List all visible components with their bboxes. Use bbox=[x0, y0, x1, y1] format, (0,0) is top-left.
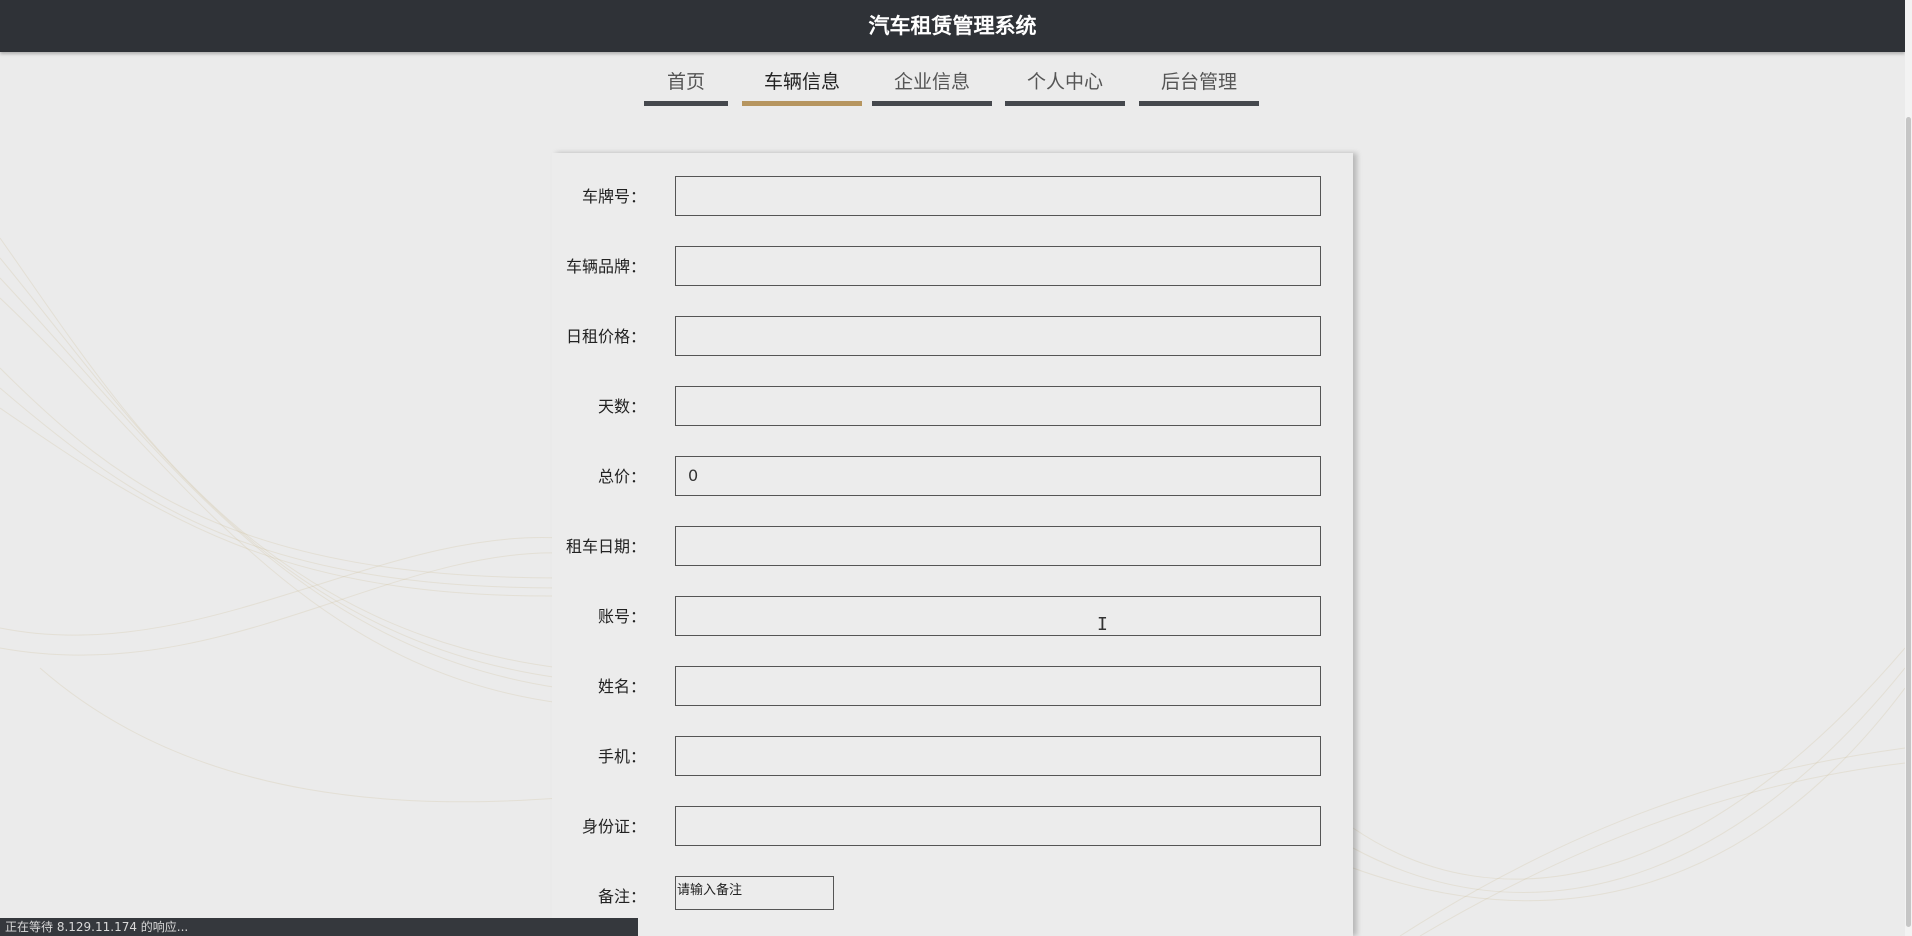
total-price-label: 总价： bbox=[597, 467, 646, 486]
tab-label: 企业信息 bbox=[893, 71, 970, 93]
phone-label: 手机： bbox=[597, 747, 646, 766]
form-row-brand: 车辆品牌： bbox=[552, 246, 1353, 288]
status-text: 正在等待 8.129.11.174 的响应... bbox=[5, 920, 189, 934]
id-card-label: 身份证： bbox=[581, 817, 646, 836]
rental-form: 车牌号： 车辆品牌： 日租价格： 天数： 总价： 0 租车日期： 账号： 姓名：… bbox=[552, 153, 1353, 936]
plate-input[interactable] bbox=[675, 176, 1321, 216]
form-row-plate: 车牌号： bbox=[552, 176, 1353, 218]
status-bar: 正在等待 8.129.11.174 的响应... bbox=[0, 918, 638, 936]
rental-date-input[interactable] bbox=[675, 526, 1321, 566]
phone-input[interactable] bbox=[675, 736, 1321, 776]
daily-price-input[interactable] bbox=[675, 316, 1321, 356]
tab-label: 首页 bbox=[666, 71, 705, 93]
form-row-total-price: 总价： 0 bbox=[552, 456, 1353, 498]
tab-label: 个人中心 bbox=[1026, 71, 1103, 93]
total-price-input[interactable]: 0 bbox=[675, 456, 1321, 496]
tab-vehicle-info[interactable]: 车辆信息 bbox=[742, 66, 862, 106]
brand-label: 车辆品牌： bbox=[565, 257, 646, 276]
name-label: 姓名： bbox=[597, 677, 646, 696]
form-row-days: 天数： bbox=[552, 386, 1353, 428]
tab-admin[interactable]: 后台管理 bbox=[1139, 66, 1259, 106]
account-label: 账号： bbox=[597, 607, 646, 626]
tab-personal-center[interactable]: 个人中心 bbox=[1005, 66, 1125, 106]
form-row-name: 姓名： bbox=[552, 666, 1353, 708]
days-label: 天数： bbox=[597, 397, 646, 416]
remark-textarea[interactable]: 请输入备注 bbox=[675, 876, 834, 910]
app-title: 汽车租赁管理系统 bbox=[868, 14, 1037, 38]
rental-date-label: 租车日期： bbox=[565, 537, 646, 556]
id-card-input[interactable] bbox=[675, 806, 1321, 846]
tab-label: 车辆信息 bbox=[763, 71, 840, 93]
days-input[interactable] bbox=[675, 386, 1321, 426]
tab-label: 后台管理 bbox=[1160, 71, 1237, 93]
text-cursor-icon: I bbox=[1097, 614, 1108, 635]
tab-company-info[interactable]: 企业信息 bbox=[872, 66, 992, 106]
brand-input[interactable] bbox=[675, 246, 1321, 286]
name-input[interactable] bbox=[675, 666, 1321, 706]
form-row-id-card: 身份证： bbox=[552, 806, 1353, 848]
app-header: 汽车租赁管理系统 bbox=[0, 0, 1905, 52]
form-row-remark: 备注： 请输入备注 bbox=[552, 876, 1353, 918]
scrollbar-thumb[interactable] bbox=[1906, 117, 1911, 927]
tab-home[interactable]: 首页 bbox=[644, 66, 728, 106]
form-row-daily-price: 日租价格： bbox=[552, 316, 1353, 358]
form-row-phone: 手机： bbox=[552, 736, 1353, 778]
daily-price-label: 日租价格： bbox=[565, 327, 646, 346]
form-row-account: 账号： bbox=[552, 596, 1353, 638]
remark-label: 备注： bbox=[597, 887, 646, 906]
account-input[interactable] bbox=[675, 596, 1321, 636]
main-nav: 首页 车辆信息 企业信息 个人中心 后台管理 bbox=[0, 52, 1905, 108]
plate-label: 车牌号： bbox=[581, 187, 646, 206]
form-row-rental-date: 租车日期： bbox=[552, 526, 1353, 568]
